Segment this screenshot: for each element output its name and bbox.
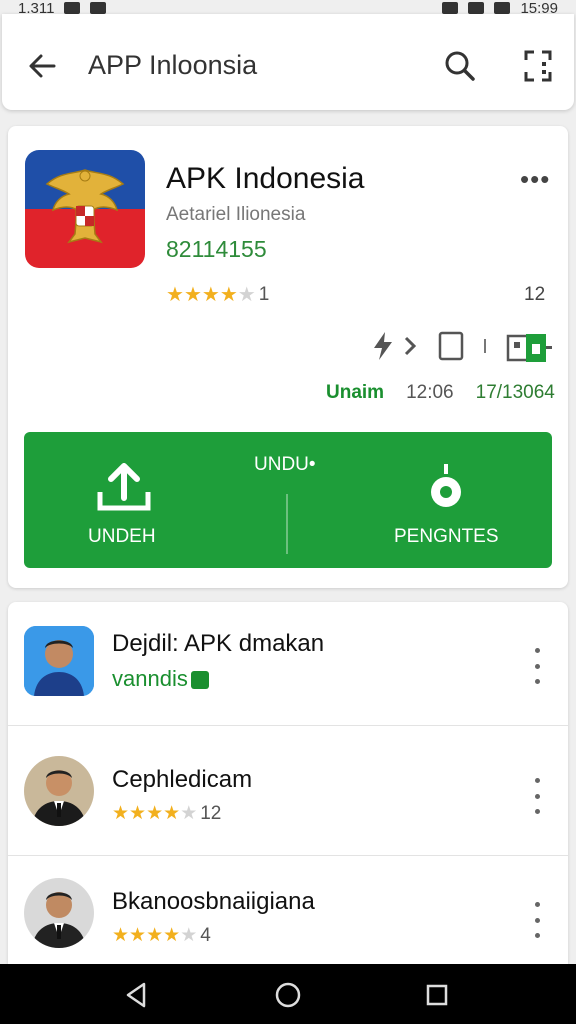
list-item[interactable]: Bkanoosbnaiigiana ★ ★ ★ ★ ★ 4 (8, 856, 568, 964)
alarm-icon (442, 2, 459, 14)
star-icon: ★ (129, 925, 147, 946)
scan-icon (524, 50, 552, 82)
list-item[interactable]: Cephledicam ★ ★ ★ ★ ★ 12 (8, 732, 568, 856)
star-empty-icon: ★ (180, 925, 198, 946)
list-item-title: Bkanoosbnaiigiana (112, 888, 315, 915)
flash-icon (374, 332, 392, 360)
scan-button[interactable] (518, 46, 558, 86)
search-icon (445, 51, 475, 81)
person-avatar-icon (24, 878, 94, 948)
verified-badge-icon (190, 671, 209, 690)
search-query-text[interactable]: APP Inloonsia (88, 50, 257, 81)
avatar (24, 878, 94, 948)
chevron-right-icon (404, 336, 417, 356)
search-header: APP Inloonsia (2, 14, 574, 110)
list-item-count: 12 (200, 802, 222, 824)
list-item-subtitle: vanndis (112, 666, 209, 692)
app-developer[interactable]: Aetariel Ilionesia (166, 204, 305, 226)
square-recents-icon (426, 984, 448, 1006)
meta-time: 12:06 (406, 382, 454, 403)
app-meta-row: Unaim 12:06 17/13064 (326, 382, 555, 404)
battery-icon (494, 2, 511, 14)
star-icon: ★ (183, 284, 202, 306)
signal-icon (468, 2, 485, 14)
garuda-emblem-icon (25, 150, 145, 268)
avatar (24, 626, 94, 696)
rating-count: 1 (258, 283, 270, 305)
star-icon: ★ (146, 803, 164, 824)
list-item-rating: ★ ★ ★ ★ ★ 4 (112, 924, 211, 947)
upload-label: UNDEH (88, 526, 156, 547)
list-item-title: Cephledicam (112, 766, 253, 793)
star-icon: ★ (112, 803, 130, 824)
list-item-subtitle-text: vanndis (112, 666, 188, 691)
settings-button[interactable]: PENGNTES (384, 454, 534, 554)
nav-home-button[interactable] (271, 978, 305, 1012)
nav-recents-button[interactable] (420, 978, 454, 1012)
star-icon: ★ (112, 925, 130, 946)
person-avatar-icon (24, 756, 94, 826)
store-icon (506, 334, 552, 362)
star-icon: ★ (163, 803, 181, 824)
person-avatar-icon (24, 626, 94, 696)
star-icon: ★ (201, 284, 220, 306)
nav-back-button[interactable] (120, 978, 154, 1012)
item-more-button[interactable] (526, 648, 548, 684)
meta-date: 17/13064 (475, 382, 555, 403)
review-count: 12 (524, 284, 546, 305)
upload-icon (97, 463, 151, 511)
item-more-button[interactable] (526, 902, 548, 938)
system-nav-bar (0, 964, 576, 1024)
notification-icon-2 (90, 2, 107, 14)
tablet-icon (438, 331, 464, 361)
list-item-rating: ★ ★ ★ ★ ★ 12 (112, 802, 221, 825)
star-half-icon: ★ (237, 284, 256, 306)
star-icon: ★ (129, 803, 147, 824)
star-half-icon: ★ (180, 803, 198, 824)
star-icon: ★ (146, 925, 164, 946)
settings-ring-icon (431, 464, 461, 507)
upload-button[interactable]: UNDEH (64, 454, 204, 554)
list-item-title: Dejdil: APK dmakan (112, 630, 325, 657)
app-name: APK Indonesia (166, 162, 365, 195)
center-label[interactable]: UNDU• (254, 454, 316, 476)
search-button[interactable] (440, 46, 480, 86)
back-button[interactable] (24, 48, 60, 84)
list-item[interactable]: Dejdil: APK dmakan vanndis (8, 602, 568, 726)
item-more-button[interactable] (526, 778, 548, 814)
star-icon: ★ (219, 284, 238, 306)
star-icon: ★ (166, 284, 184, 306)
notification-icon (64, 2, 81, 14)
divider-icon (484, 339, 486, 353)
app-rating: ★ ★ ★ ★ ★ 1 (166, 282, 269, 307)
triangle-back-icon (126, 982, 146, 1008)
app-icon[interactable] (25, 150, 145, 268)
action-divider (286, 494, 288, 554)
list-item-count: 4 (200, 924, 211, 946)
settings-label: PENGNTES (394, 526, 499, 547)
app-feature-icons (358, 330, 558, 366)
app-code: 82114155 (166, 236, 267, 262)
meta-label: Unaim (326, 382, 385, 403)
avatar (24, 756, 94, 826)
star-icon: ★ (163, 925, 181, 946)
more-options-button[interactable]: ••• (520, 164, 550, 195)
circle-home-icon (275, 982, 301, 1008)
action-panel: UNDEH UNDU• PENGNTES (24, 432, 552, 568)
app-details-card: APK Indonesia Aetariel Ilionesia 8211415… (8, 126, 568, 588)
related-list: Dejdil: APK dmakan vanndis Cephledicam ★… (8, 602, 568, 964)
arrow-left-icon (29, 54, 56, 78)
